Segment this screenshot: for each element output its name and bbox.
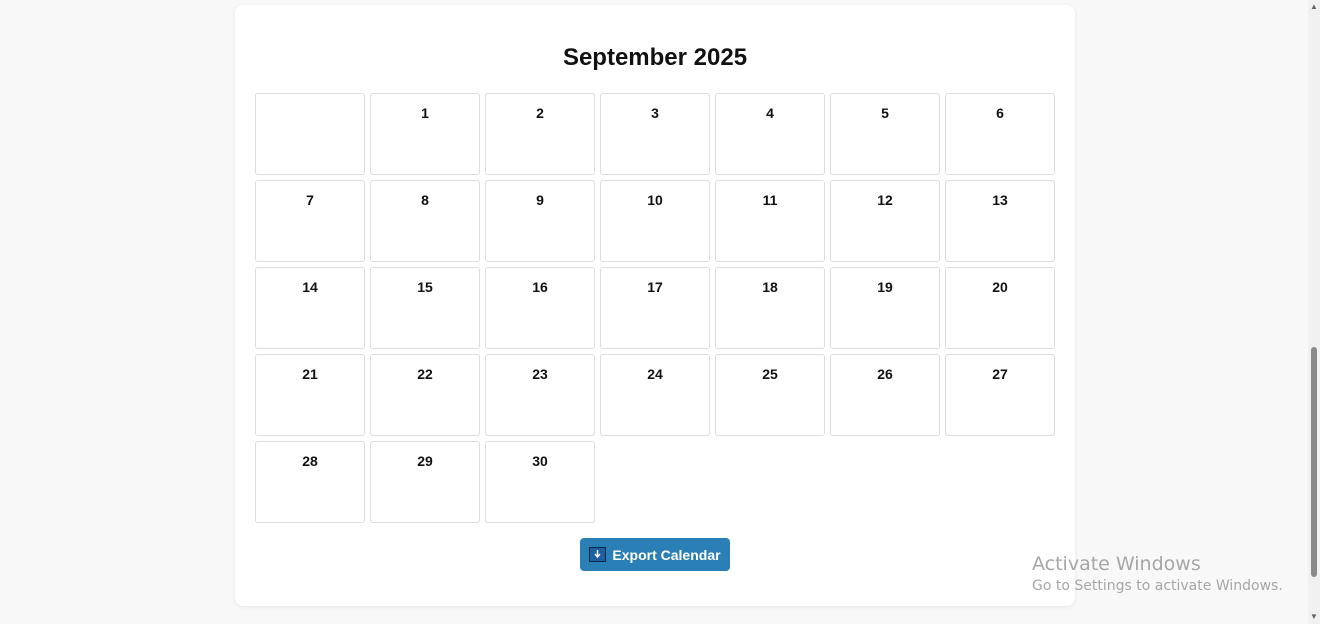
day-number: 12 — [877, 192, 893, 208]
day-number: 1 — [421, 105, 429, 121]
day-number: 4 — [766, 105, 774, 121]
calendar-day-cell[interactable]: 7 — [255, 180, 365, 262]
calendar-day-cell[interactable]: 25 — [715, 354, 825, 436]
day-number: 26 — [877, 366, 893, 382]
windows-activation-watermark: Activate Windows Go to Settings to activ… — [1032, 552, 1283, 596]
calendar-title: September 2025 — [562, 44, 748, 71]
day-number: 29 — [417, 453, 433, 469]
calendar-day-cell[interactable]: 27 — [945, 354, 1055, 436]
day-number: 17 — [647, 279, 663, 295]
calendar-day-cell[interactable]: 15 — [370, 267, 480, 349]
calendar-day-cell[interactable]: 4 — [715, 93, 825, 175]
day-number: 18 — [762, 279, 778, 295]
calendar-day-cell[interactable]: 18 — [715, 267, 825, 349]
calendar-day-cell[interactable]: 13 — [945, 180, 1055, 262]
day-number: 2 — [536, 105, 544, 121]
day-number: 15 — [417, 279, 433, 295]
calendar-day-cell[interactable]: 14 — [255, 267, 365, 349]
day-number: 8 — [421, 192, 429, 208]
calendar-day-cell[interactable]: 11 — [715, 180, 825, 262]
calendar-day-cell[interactable]: 29 — [370, 441, 480, 523]
day-number: 28 — [302, 453, 318, 469]
day-number: 7 — [306, 192, 314, 208]
day-number: 23 — [532, 366, 548, 382]
calendar-day-cell[interactable]: 6 — [945, 93, 1055, 175]
scrollbar-thumb[interactable] — [1311, 347, 1317, 577]
day-number: 20 — [992, 279, 1008, 295]
calendar-day-cell[interactable]: 12 — [830, 180, 940, 262]
calendar-day-cell[interactable]: 26 — [830, 354, 940, 436]
day-number: 9 — [536, 192, 544, 208]
day-number: 3 — [651, 105, 659, 121]
day-number: 24 — [647, 366, 663, 382]
day-number: 10 — [647, 192, 663, 208]
scroll-up-arrow-icon[interactable]: ▲ — [1310, 2, 1318, 12]
day-number: 30 — [532, 453, 548, 469]
calendar-grid: 1 2 3 4 5 6 7 8 9 10 11 12 13 14 15 16 17 18 19 20 21 22 23 24 2… — [255, 93, 1055, 523]
calendar-day-cell[interactable]: 17 — [600, 267, 710, 349]
page: September 2025 1 2 3 4 5 6 7 8 9 10 11 12 13 14 15 16 17… — [0, 0, 1320, 624]
calendar-day-cell[interactable]: 2 — [485, 93, 595, 175]
day-number: 5 — [881, 105, 889, 121]
day-number: 27 — [992, 366, 1008, 382]
calendar-day-cell[interactable]: 22 — [370, 354, 480, 436]
calendar-day-cell[interactable]: 24 — [600, 354, 710, 436]
calendar-day-cell[interactable]: 8 — [370, 180, 480, 262]
export-calendar-label: Export Calendar — [612, 546, 721, 563]
calendar-empty-cell — [255, 93, 365, 175]
calendar-day-cell[interactable]: 20 — [945, 267, 1055, 349]
scroll-down-arrow-icon[interactable]: ▼ — [1310, 612, 1318, 622]
day-number: 13 — [992, 192, 1008, 208]
calendar-day-cell[interactable]: 10 — [600, 180, 710, 262]
day-number: 16 — [532, 279, 548, 295]
calendar-day-cell[interactable]: 23 — [485, 354, 595, 436]
day-number: 14 — [302, 279, 318, 295]
day-number: 22 — [417, 366, 433, 382]
calendar-day-cell[interactable]: 3 — [600, 93, 710, 175]
download-icon — [589, 547, 607, 562]
day-number: 11 — [762, 192, 778, 208]
calendar-day-cell[interactable]: 30 — [485, 441, 595, 523]
vertical-scrollbar[interactable]: ▲ ▼ — [1308, 0, 1320, 624]
calendar-day-cell[interactable]: 1 — [370, 93, 480, 175]
calendar-day-cell[interactable]: 16 — [485, 267, 595, 349]
calendar-card: September 2025 1 2 3 4 5 6 7 8 9 10 11 12 13 14 15 16 17… — [235, 5, 1075, 606]
calendar-day-cell[interactable]: 28 — [255, 441, 365, 523]
export-calendar-button[interactable]: Export Calendar — [580, 538, 730, 571]
day-number: 6 — [996, 105, 1004, 121]
calendar-day-cell[interactable]: 21 — [255, 354, 365, 436]
watermark-title: Activate Windows — [1032, 553, 1201, 575]
watermark-subtitle: Go to Settings to activate Windows. — [1032, 578, 1283, 594]
day-number: 21 — [302, 366, 318, 382]
calendar-day-cell[interactable]: 9 — [485, 180, 595, 262]
calendar-day-cell[interactable]: 5 — [830, 93, 940, 175]
calendar-day-cell[interactable]: 19 — [830, 267, 940, 349]
day-number: 25 — [762, 366, 778, 382]
day-number: 19 — [877, 279, 893, 295]
